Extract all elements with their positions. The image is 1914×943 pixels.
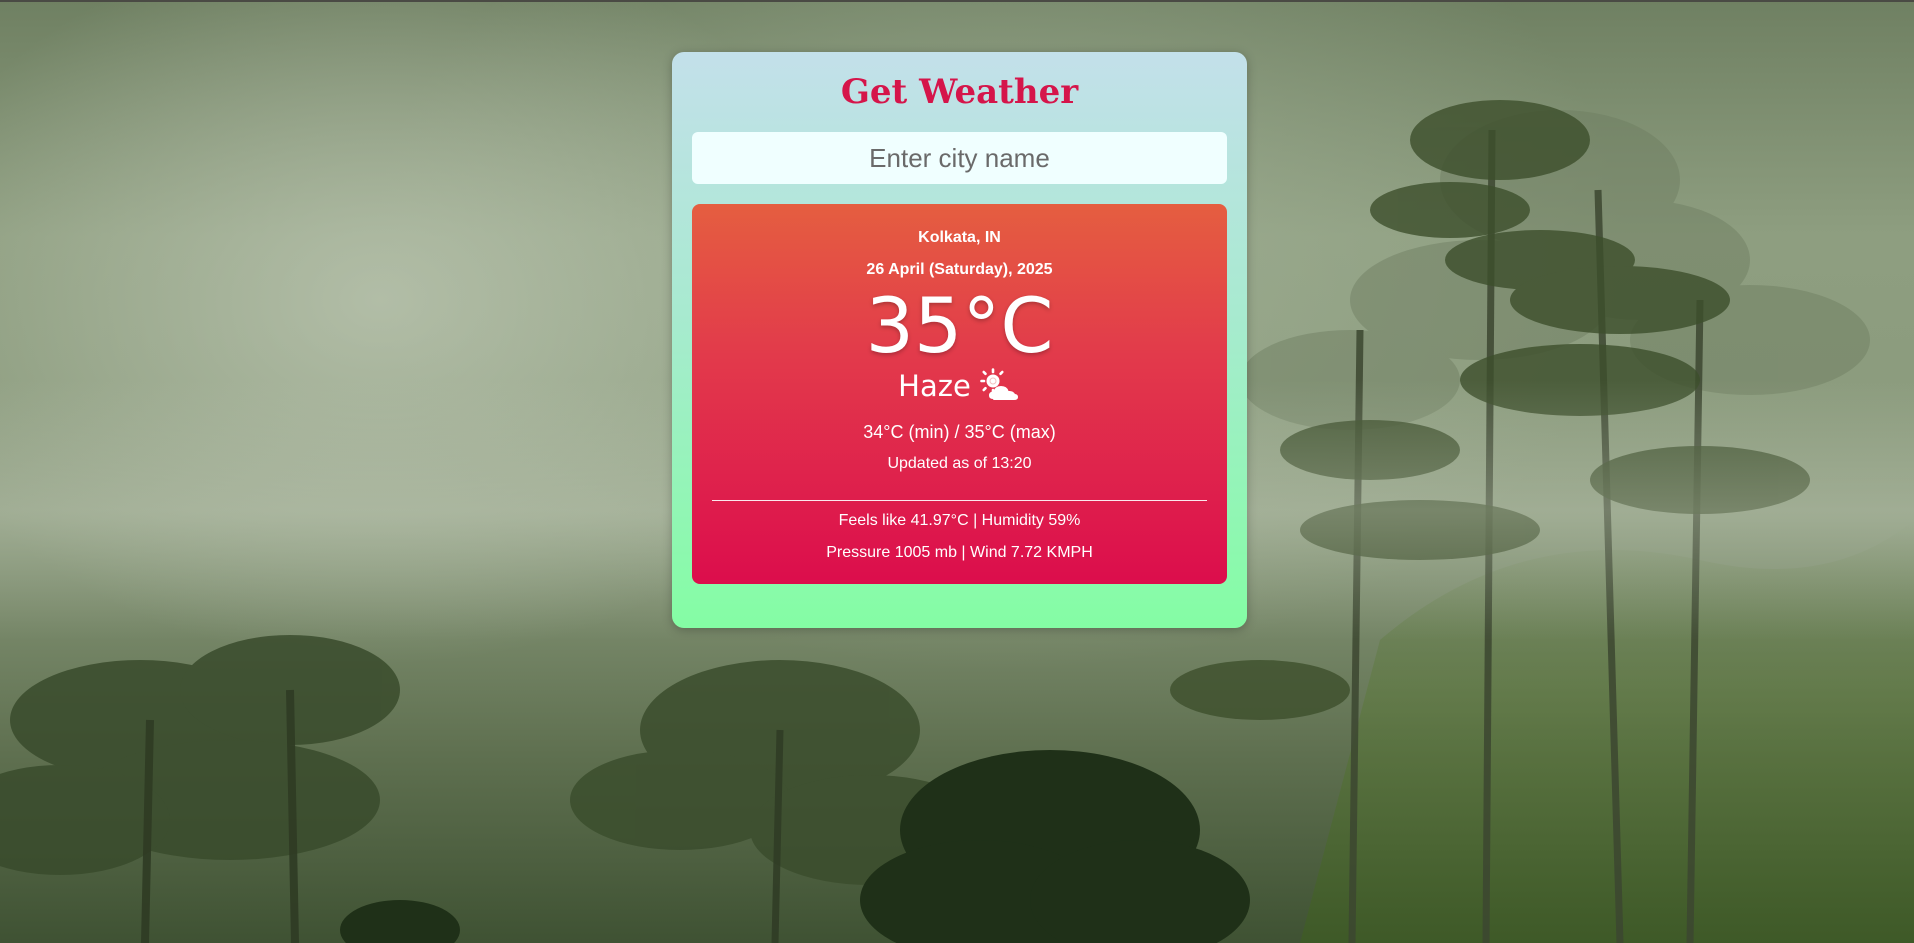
location-label: Kolkata, IN bbox=[918, 229, 1001, 246]
city-search-input[interactable] bbox=[692, 132, 1227, 184]
weather-result-panel: Kolkata, IN 26 April (Saturday), 2025 35… bbox=[692, 204, 1227, 584]
sun-behind-cloud-icon bbox=[979, 368, 1021, 404]
divider bbox=[712, 500, 1207, 501]
condition-row: Haze bbox=[692, 366, 1227, 406]
min-max-temperature: 34°C (min) / 35°C (max) bbox=[863, 422, 1056, 442]
feels-humidity-line: Feels like 41.97°C | Humidity 59% bbox=[838, 512, 1081, 529]
condition-label: Haze bbox=[898, 369, 971, 403]
updated-time: Updated as of 13:20 bbox=[887, 455, 1032, 472]
weather-card: Get Weather Kolkata, IN 26 April (Saturd… bbox=[672, 52, 1247, 628]
date-label: 26 April (Saturday), 2025 bbox=[866, 261, 1053, 278]
app-title: Get Weather bbox=[840, 72, 1079, 112]
current-temperature: 35°C bbox=[865, 281, 1054, 370]
pressure-wind-line: Pressure 1005 mb | Wind 7.72 KMPH bbox=[826, 544, 1093, 561]
